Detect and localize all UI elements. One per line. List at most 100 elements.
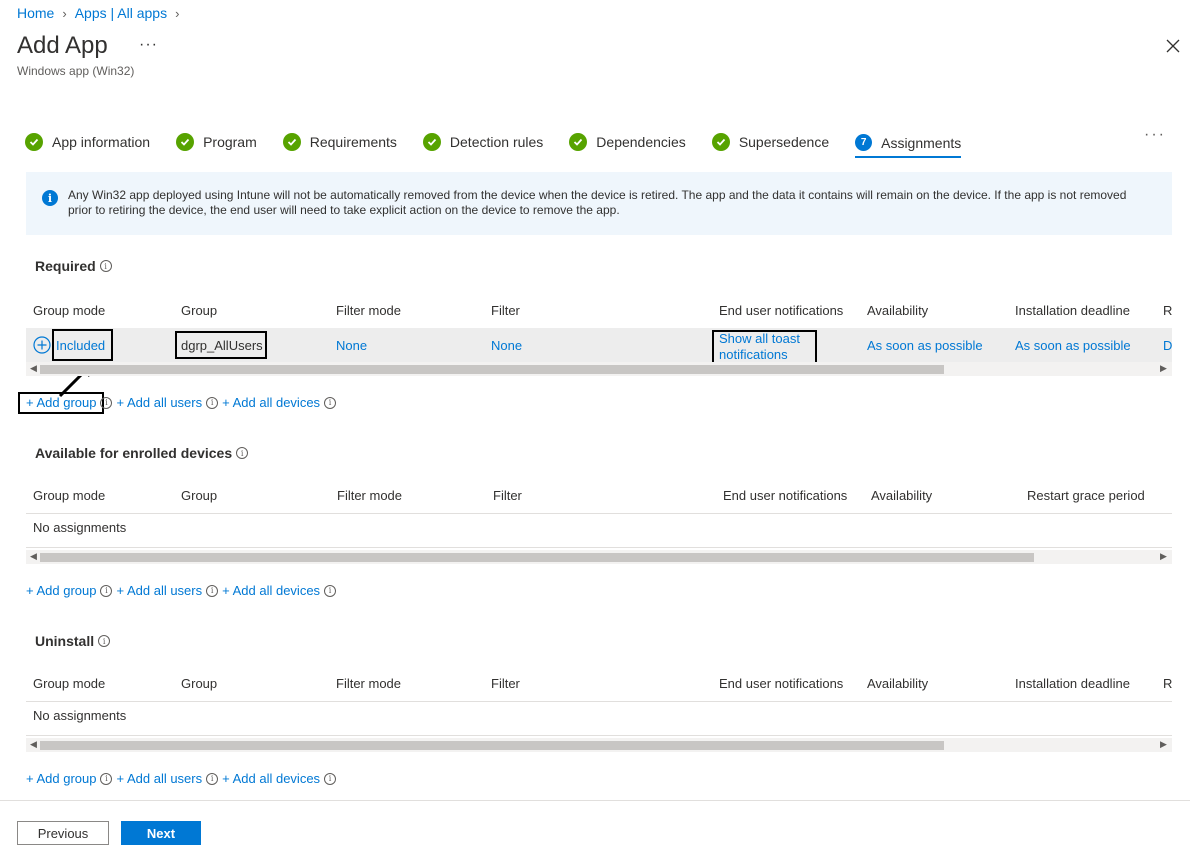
page-title: Add App [17,32,108,59]
breadcrumb-home-link[interactable]: Home [17,5,54,21]
tabs-more-icon[interactable]: ··· [1144,126,1166,144]
add-all-devices-button[interactable]: + Add all devices [222,395,320,410]
info-icon[interactable]: i [100,584,113,597]
more-options-icon[interactable]: ··· [139,36,158,54]
column-header[interactable]: Filter mode [336,303,401,318]
check-circle-icon [176,133,195,151]
column-header[interactable]: End user notifications [719,303,843,318]
column-header[interactable]: Filter [493,488,522,503]
column-header[interactable]: Filter [491,303,520,318]
breadcrumb-apps-link[interactable]: Apps | All apps [75,5,167,21]
info-icon[interactable]: i [99,260,112,272]
info-icon[interactable]: i [206,584,219,597]
column-header[interactable]: Installation deadline [1015,303,1130,318]
tab-program[interactable]: Program [176,131,257,153]
scrollbar-thumb[interactable] [40,741,944,750]
info-icon[interactable]: i [324,584,337,597]
column-header[interactable]: Availability [867,303,928,318]
scrollbar-thumb[interactable] [40,553,1034,562]
filter-link[interactable]: None [491,338,522,353]
horizontal-scrollbar[interactable]: ◀ ▶ [26,738,1172,752]
tab-label: Assignments [881,134,962,151]
scroll-right-icon[interactable]: ▶ [1160,551,1167,562]
scroll-right-icon[interactable]: ▶ [1160,739,1167,750]
column-header[interactable]: End user notifications [719,676,843,691]
column-header[interactable]: Group [181,676,217,691]
info-icon[interactable]: i [206,396,219,409]
previous-button[interactable]: Previous [17,821,109,845]
add-all-users-button[interactable]: + Add all users [116,583,202,598]
add-all-users-button[interactable]: + Add all users [116,771,202,786]
check-circle-icon [282,133,301,151]
close-icon[interactable] [1164,37,1182,55]
tab-assignments[interactable]: 7 Assignments [855,131,962,158]
scroll-left-icon[interactable]: ◀ [30,739,37,750]
page-subtitle: Windows app (Win32) [17,64,135,78]
divider [26,701,1172,702]
availability-link[interactable]: As soon as possible [867,338,983,353]
scroll-left-icon[interactable]: ◀ [30,551,37,562]
column-header[interactable]: Filter mode [337,488,402,503]
tab-label: Dependencies [596,134,686,150]
add-all-devices-button[interactable]: + Add all devices [222,771,320,786]
add-circle-icon[interactable] [33,336,51,354]
check-circle-icon [422,133,441,151]
tab-app-information[interactable]: App information [25,131,150,153]
section-title-label: Available for enrolled devices [35,445,233,461]
info-icon[interactable]: i [206,772,219,785]
column-header[interactable]: Group [181,488,217,503]
column-header[interactable]: Filter mode [336,676,401,691]
column-header[interactable]: R [1163,303,1172,318]
tab-supersedence[interactable]: Supersedence [711,131,830,153]
required-actions: + Add group i + Add all users i + Add al… [26,395,337,410]
available-section-title: Available for enrolled devices i [35,445,249,461]
add-all-devices-button[interactable]: + Add all devices [222,583,320,598]
column-header[interactable]: Group mode [33,676,105,691]
info-icon[interactable]: i [98,635,111,647]
tab-label: App information [52,134,151,150]
info-icon[interactable]: i [236,447,249,459]
empty-message: No assignments [33,708,127,723]
add-group-button[interactable]: + Add group [26,583,96,598]
tab-detection-rules[interactable]: Detection rules [422,131,543,153]
required-section-title: Required i [35,258,112,274]
column-header[interactable]: R [1163,676,1172,691]
check-circle-icon [25,133,43,151]
tab-dependencies[interactable]: Dependencies [569,131,686,153]
info-icon[interactable]: i [324,396,337,409]
column-header[interactable]: Availability [871,488,932,503]
column-header[interactable]: Group [181,303,217,318]
scroll-right-icon[interactable]: ▶ [1160,363,1167,374]
breadcrumb: Home › Apps | All apps › [17,5,179,21]
column-header[interactable]: End user notifications [723,488,847,503]
tab-label: Supersedence [738,134,830,150]
filter-mode-link[interactable]: None [336,338,367,353]
footer-divider [0,800,1190,801]
column-header[interactable]: Group mode [33,488,105,503]
uninstall-actions: + Add group i + Add all users i + Add al… [26,771,337,786]
next-button[interactable]: Next [121,821,201,845]
column-header[interactable]: Restart grace period [1027,488,1145,503]
column-header[interactable]: Group mode [33,303,105,318]
column-header[interactable]: Installation deadline [1015,676,1130,691]
horizontal-scrollbar[interactable]: ◀ ▶ [26,362,1172,376]
column-header[interactable]: Filter [491,676,520,691]
info-icon[interactable]: i [100,396,113,409]
scroll-left-icon[interactable]: ◀ [30,363,37,374]
info-icon[interactable]: i [324,772,337,785]
tab-requirements[interactable]: Requirements [282,131,397,153]
add-group-button[interactable]: + Add group [26,395,96,410]
restart-link[interactable]: D [1163,338,1172,353]
horizontal-scrollbar[interactable]: ◀ ▶ [26,550,1172,564]
info-icon: i [42,190,58,206]
deadline-link[interactable]: As soon as possible [1015,338,1131,353]
add-all-users-button[interactable]: + Add all users [116,395,202,410]
column-header[interactable]: Availability [867,676,928,691]
scrollbar-thumb[interactable] [40,365,944,374]
available-actions: + Add group i + Add all users i + Add al… [26,583,337,598]
info-icon[interactable]: i [100,772,113,785]
divider [26,513,1172,514]
highlight-box [712,330,817,364]
add-group-button[interactable]: + Add group [26,771,96,786]
check-circle-icon [569,133,588,151]
